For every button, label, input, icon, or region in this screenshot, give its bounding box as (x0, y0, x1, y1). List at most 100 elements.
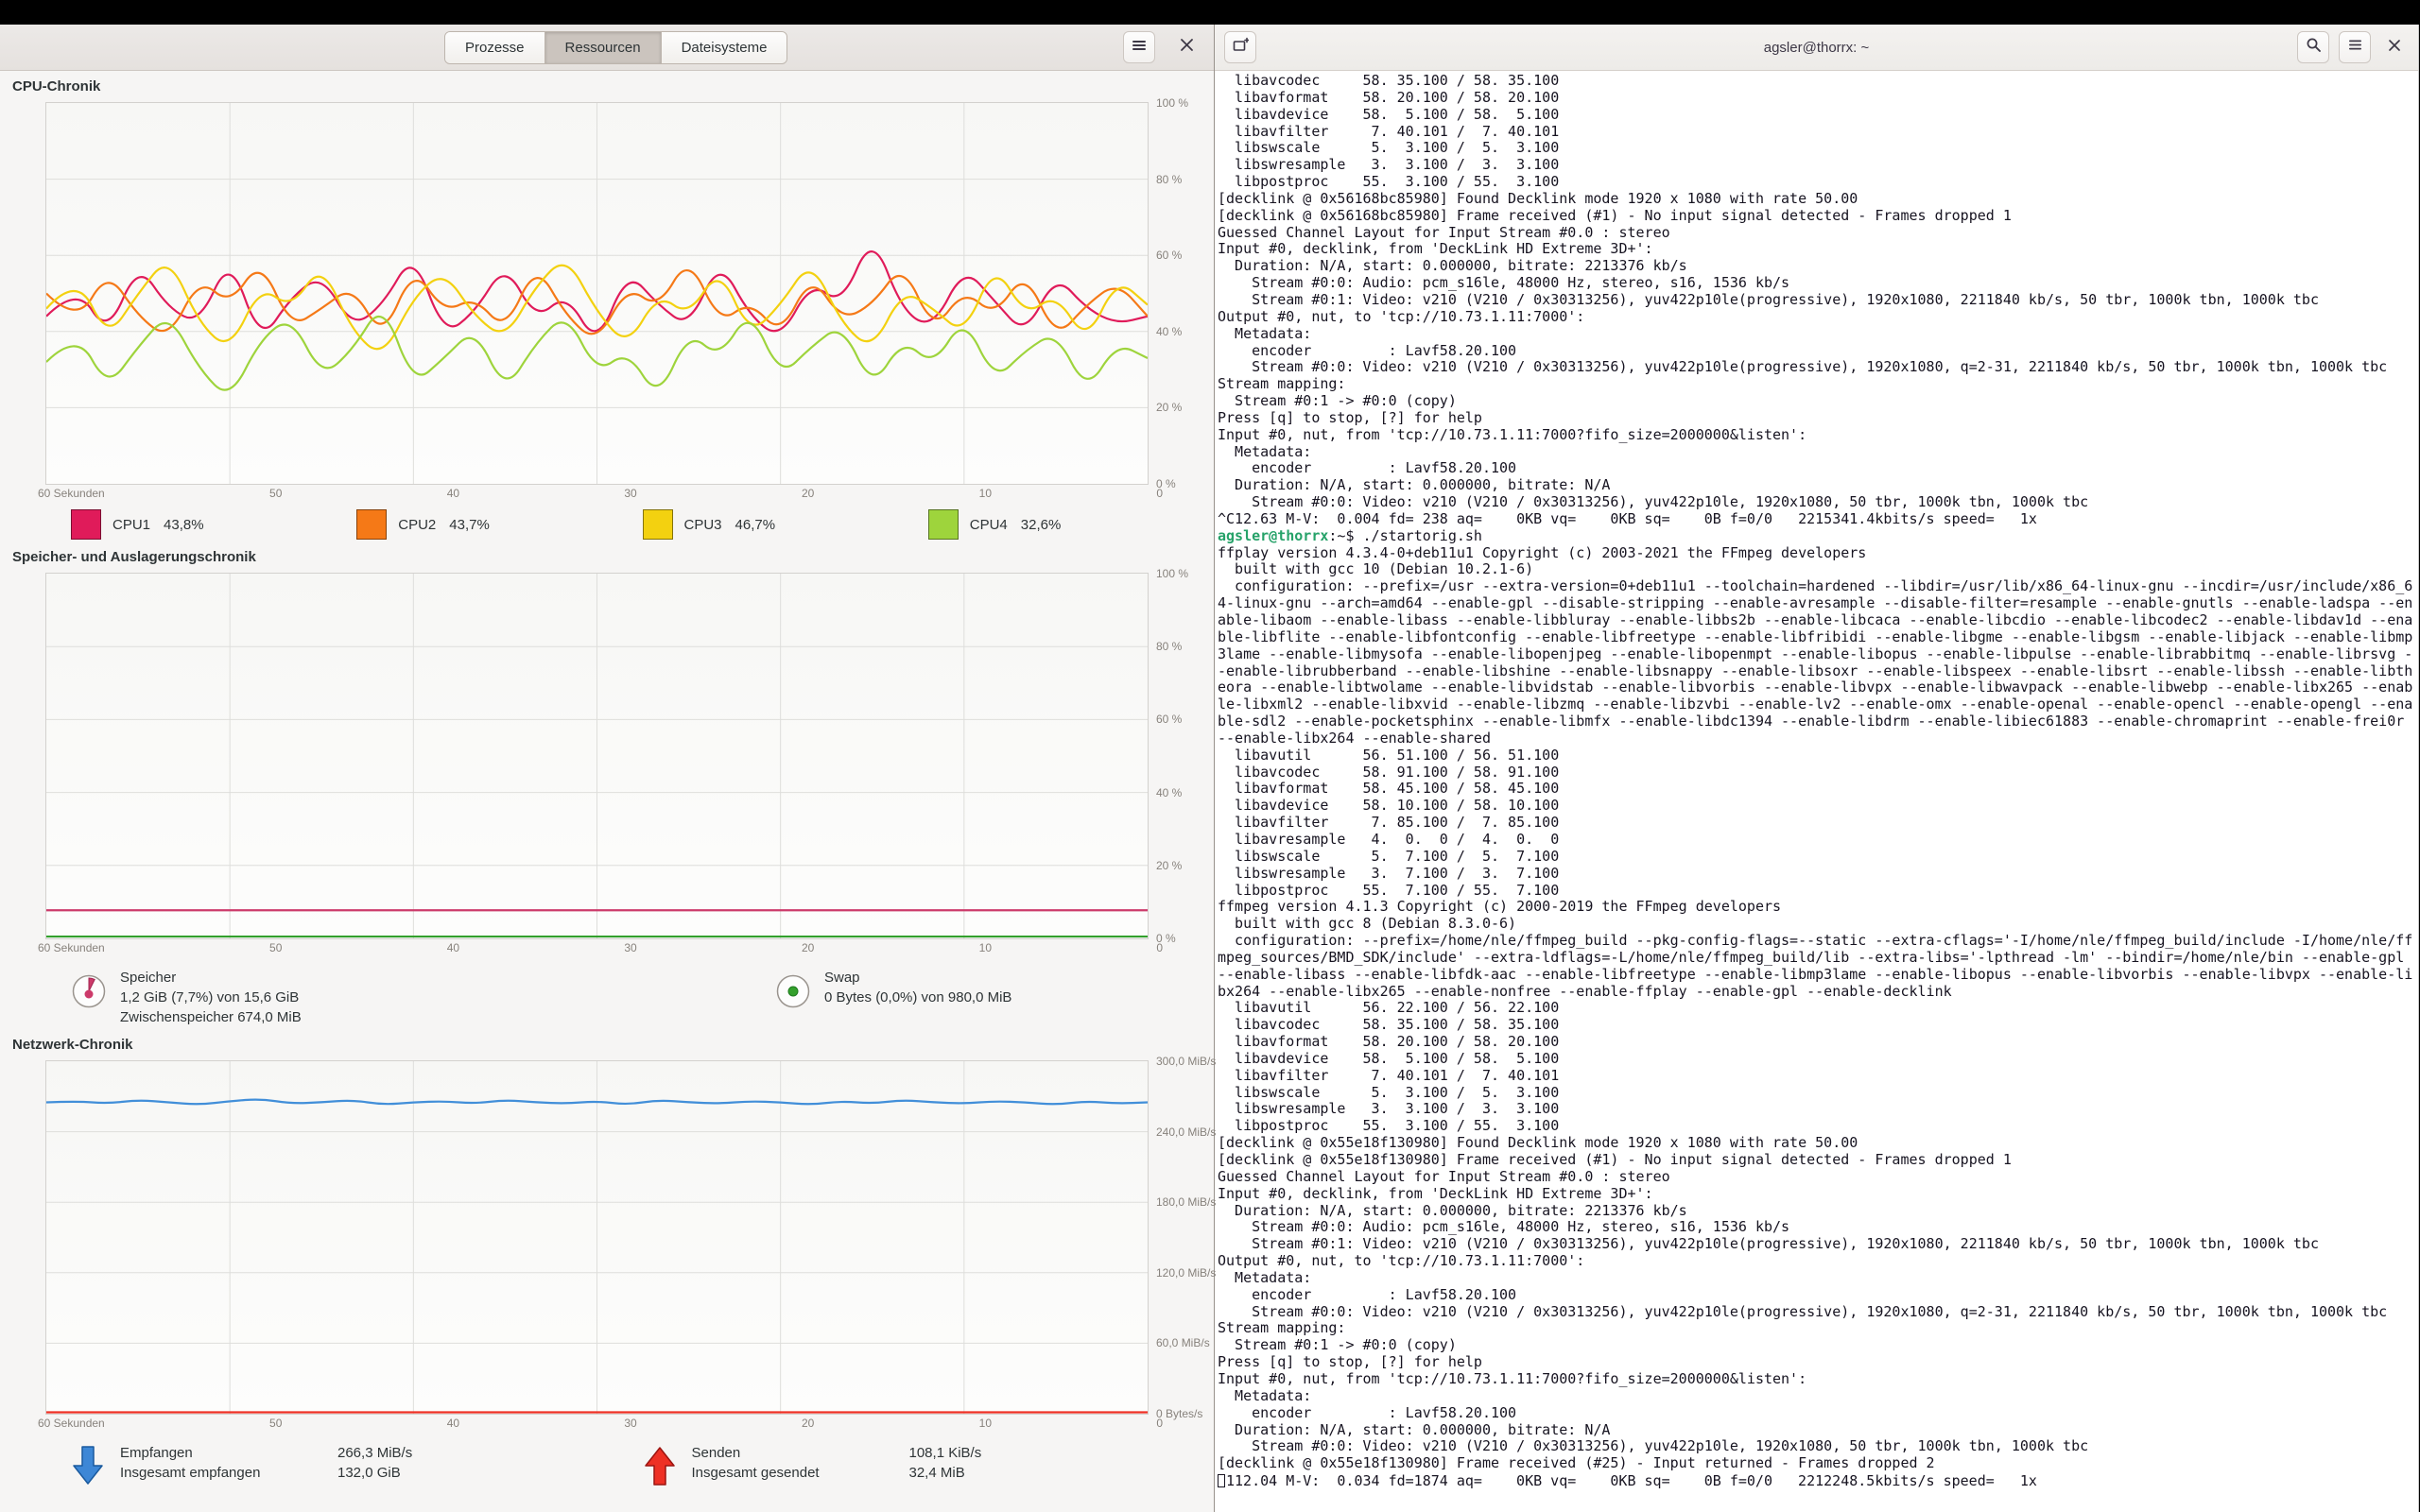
cpu4-legend-item[interactable]: CPU432,6% (928, 509, 1214, 540)
terminal-line: Stream #0:0: Video: v210 (V210 / 0x30313… (1218, 1304, 2418, 1321)
terminal-line: built with gcc 8 (Debian 8.3.0-6) (1218, 916, 2418, 933)
terminal-line: Output #0, nut, to 'tcp://10.73.1.11:700… (1218, 1253, 2418, 1270)
axis-tick-label: 60,0 MiB/s (1156, 1336, 1216, 1349)
memory-label: Speicher (120, 968, 302, 988)
send-total-value: 32,4 MiB (909, 1463, 982, 1483)
axis-tick-label: 40 % (1156, 786, 1188, 799)
cpu2-label: CPU2 (398, 517, 436, 533)
cpu2-legend-item[interactable]: CPU2 43,7% (356, 509, 642, 540)
axis-tick-label: 80 % (1156, 173, 1188, 186)
terminal-line: --enable-libass --enable-libfdk-aac --en… (1218, 967, 2418, 984)
cpu-section-title: CPU-Chronik (12, 78, 1214, 94)
terminal-line: Guessed Channel Layout for Input Stream … (1218, 225, 2418, 242)
terminal-line: libavformat 58. 20.100 / 58. 20.100 (1218, 1034, 2418, 1051)
terminal-line: libswscale 5. 7.100 / 5. 7.100 (1218, 849, 2418, 866)
terminal-line: libavformat 58. 45.100 / 58. 45.100 (1218, 781, 2418, 798)
terminal-line: ^C12.63 M-V: 0.004 fd= 238 aq= 0KB vq= 0… (1218, 511, 2418, 528)
axis-tick-label: 60 Sekunden (38, 1417, 105, 1430)
receive-label: Empfangen (120, 1443, 328, 1463)
axis-tick-label: 50 (269, 487, 282, 500)
send-rate: 108,1 KiB/s (909, 1443, 982, 1463)
cpu2-color-swatch (356, 509, 387, 540)
axis-tick-label: 40 (447, 487, 459, 500)
cpu3-legend-item[interactable]: CPU3 46,7% (643, 509, 928, 540)
close-icon (2388, 39, 2401, 57)
terminal-line: libpostproc 55. 3.100 / 55. 3.100 (1218, 1118, 2418, 1135)
terminal-line: encoder : Lavf58.20.100 (1218, 343, 2418, 360)
cpu2-value: 43,7% (449, 517, 490, 533)
axis-tick-label: 60 % (1156, 249, 1188, 262)
terminal-line: libavcodec 58. 35.100 / 58. 35.100 (1218, 1017, 2418, 1034)
shell-prompt: agsler@thorrx (1218, 527, 1328, 544)
terminal-close-button[interactable] (2380, 33, 2409, 61)
swap-legend-item[interactable]: Swap 0 Bytes (0,0%) von 980,0 MiB (775, 968, 1011, 1027)
terminal-line: ble-libflite --enable-libfontconfig --en… (1218, 629, 2418, 646)
terminal-window: agsler@thorrx: ~ (1215, 25, 2419, 1512)
tab-dateisysteme[interactable]: Dateisysteme (662, 32, 787, 63)
terminal-line: Guessed Channel Layout for Input Stream … (1218, 1169, 2418, 1186)
network-section-title: Netzwerk-Chronik (12, 1037, 1214, 1053)
axis-tick-label: 0 % (1156, 932, 1188, 945)
swap-label: Swap (824, 968, 1011, 988)
terminal-line: libavformat 58. 20.100 / 58. 20.100 (1218, 90, 2418, 107)
cpu3-label: CPU3 (684, 517, 722, 533)
close-icon (1180, 38, 1194, 57)
axis-tick-label: 20 % (1156, 401, 1188, 414)
cpu-x-axis: 60 Sekunden50403020100 (38, 487, 1163, 500)
tab-ressourcen[interactable]: Ressourcen (545, 32, 662, 63)
terminal-line: Stream #0:0: Audio: pcm_s16le, 48000 Hz,… (1218, 1219, 2418, 1236)
axis-tick-label: 20 (802, 941, 814, 954)
terminal-line: Input #0, nut, from 'tcp://10.73.1.11:70… (1218, 427, 2418, 444)
terminal-line: Stream #0:0: Audio: pcm_s16le, 48000 Hz,… (1218, 275, 2418, 292)
cpu-history-chart (45, 102, 1149, 485)
cpu1-label: CPU1 (112, 517, 150, 533)
terminal-line: Metadata: (1218, 1388, 2418, 1405)
terminal-line: Stream #0:0: Video: v210 (V210 / 0x30313… (1218, 359, 2418, 376)
memory-legend: Speicher 1,2 GiB (7,7%) von 15,6 GiB Zwi… (71, 968, 1214, 1027)
terminal-line: Duration: N/A, start: 0.000000, bitrate:… (1218, 477, 2418, 494)
terminal-line: Input #0, decklink, from 'DeckLink HD Ex… (1218, 1186, 2418, 1203)
cpu3-value: 46,7% (735, 517, 776, 533)
terminal-line: [decklink @ 0x56168bc85980] Found Deckli… (1218, 191, 2418, 208)
axis-tick-label: 300,0 MiB/s (1156, 1055, 1216, 1068)
network-x-axis: 60 Sekunden50403020100 (38, 1417, 1163, 1430)
terminal-line: built with gcc 10 (Debian 10.2.1-6) (1218, 561, 2418, 578)
cpu4-value: 32,6% (1021, 517, 1062, 533)
tab-prozesse[interactable]: Prozesse (445, 32, 545, 63)
top-black-bar (0, 0, 2420, 25)
axis-tick-label: 20 (802, 487, 814, 500)
terminal-line: Duration: N/A, start: 0.000000, bitrate:… (1218, 258, 2418, 275)
close-window-button[interactable] (1172, 33, 1201, 61)
menu-button[interactable] (1123, 31, 1155, 63)
axis-tick-label: 240,0 MiB/s (1156, 1125, 1216, 1139)
axis-tick-label: 30 (624, 1417, 636, 1430)
terminal-line: libswresample 3. 3.100 / 3. 3.100 (1218, 1101, 2418, 1118)
terminal-line: [decklink @ 0x55e18f130980] Found Deckli… (1218, 1135, 2418, 1152)
cpu1-legend-item[interactable]: CPU1 43,8% (71, 509, 356, 540)
terminal-line: eora --enable-libtwolame --enable-libvid… (1218, 679, 2418, 696)
memory-usage-value: 1,2 GiB (7,7%) von 15,6 GiB (120, 988, 302, 1007)
terminal-output[interactable]: libavcodec 58. 35.100 / 58. 35.100 libav… (1215, 71, 2418, 1512)
network-send-item[interactable]: Senden 108,1 KiB/s Insgesamt gesendet 32… (643, 1443, 1215, 1491)
terminal-line: libavdevice 58. 5.100 / 58. 5.100 (1218, 1051, 2418, 1068)
memory-legend-item[interactable]: Speicher 1,2 GiB (7,7%) von 15,6 GiB Zwi… (71, 968, 775, 1027)
axis-tick-label: 180,0 MiB/s (1156, 1195, 1216, 1209)
terminal-line: libavdevice 58. 5.100 / 58. 5.100 (1218, 107, 2418, 124)
axis-tick-label: 50 (269, 941, 282, 954)
network-history-chart (45, 1060, 1149, 1415)
terminal-line: 112.04 M-V: 0.034 fd=1874 aq= 0KB vq= 0K… (1218, 1472, 2418, 1490)
terminal-line: --enable-libx264 --enable-shared (1218, 730, 2418, 747)
terminal-menu-button[interactable] (2339, 31, 2371, 63)
search-button[interactable] (2297, 31, 2329, 63)
memory-section-title: Speicher- und Auslagerungschronik (12, 549, 1214, 565)
new-tab-button[interactable] (1224, 31, 1256, 63)
upload-arrow-icon (643, 1445, 677, 1491)
terminal-line: encoder : Lavf58.20.100 (1218, 1287, 2418, 1304)
cpu1-value: 43,8% (164, 517, 204, 533)
swap-usage-value: 0 Bytes (0,0%) von 980,0 MiB (824, 988, 1011, 1007)
search-icon (2306, 37, 2322, 58)
network-receive-item[interactable]: Empfangen 266,3 MiB/s Insgesamt empfange… (71, 1443, 643, 1491)
terminal-line: Metadata: (1218, 444, 2418, 461)
terminal-line: libavutil 56. 51.100 / 56. 51.100 (1218, 747, 2418, 765)
axis-tick-label: 20 (802, 1417, 814, 1430)
